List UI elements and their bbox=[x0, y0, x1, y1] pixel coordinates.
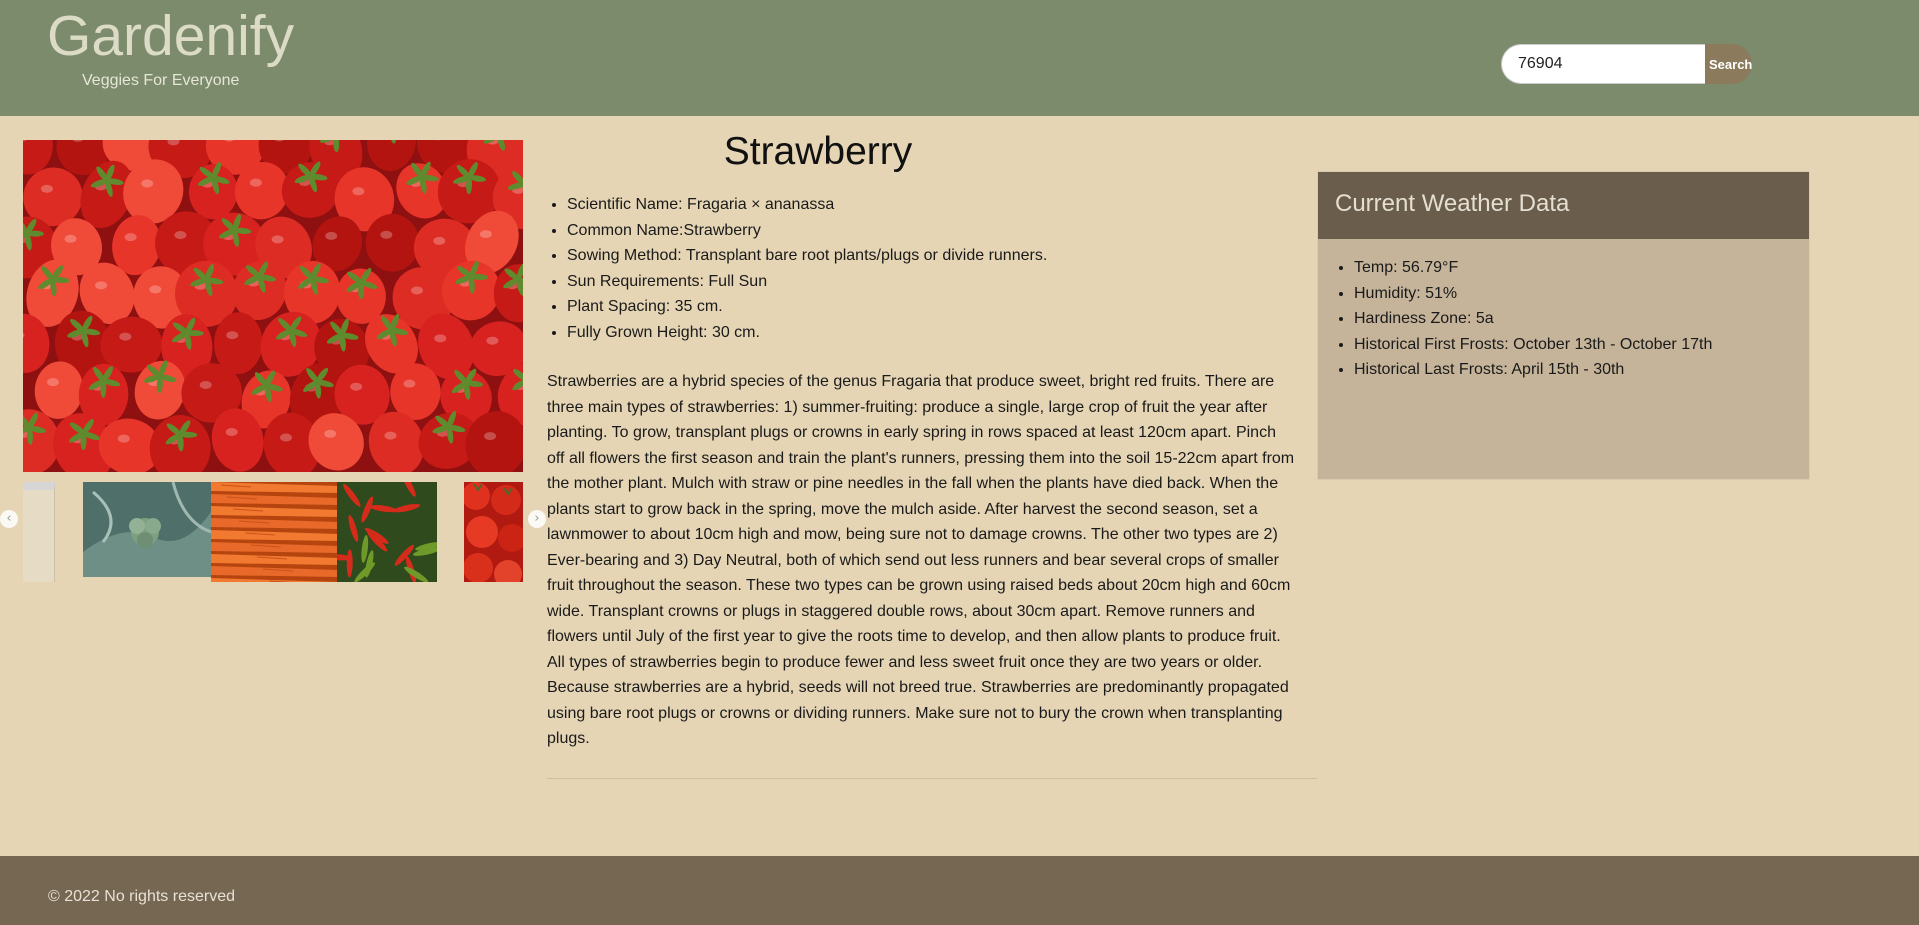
strawberry-image bbox=[23, 140, 523, 472]
image-carousel: ‹ › bbox=[0, 482, 546, 582]
carousel-next-icon[interactable]: › bbox=[528, 510, 546, 528]
chili-peppers-thumbnail bbox=[337, 482, 437, 582]
plant-title: Strawberry bbox=[723, 130, 913, 173]
weather-list: Temp: 56.79°F Humidity: 51% Hardiness Zo… bbox=[1318, 239, 1809, 383]
weather-first-frosts: Historical First Frosts: October 13th - … bbox=[1354, 332, 1809, 358]
fact-sun-requirements: Sun Requirements: Full Sun bbox=[567, 269, 1327, 295]
content-divider bbox=[547, 778, 1317, 779]
broccoli-thumbnail bbox=[83, 482, 211, 577]
fact-plant-spacing: Plant Spacing: 35 cm. bbox=[567, 294, 1327, 320]
site-footer: © 2022 No rights reserved bbox=[0, 856, 1919, 925]
weather-hardiness-zone: Hardiness Zone: 5a bbox=[1354, 306, 1809, 332]
weather-last-frosts: Historical Last Frosts: April 15th - 30t… bbox=[1354, 357, 1809, 383]
carousel-prev-icon[interactable]: ‹ bbox=[0, 510, 18, 528]
copyright-text: © 2022 No rights reserved bbox=[48, 888, 235, 905]
weather-temp: Temp: 56.79°F bbox=[1354, 255, 1809, 281]
weather-humidity: Humidity: 51% bbox=[1354, 281, 1809, 307]
fact-grown-height: Fully Grown Height: 30 cm. bbox=[567, 320, 1327, 346]
site-tagline: Veggies For Everyone bbox=[82, 72, 240, 89]
search-button[interactable]: Search bbox=[1705, 44, 1752, 84]
fact-common-name: Common Name:Strawberry bbox=[567, 218, 1327, 244]
site-logo[interactable]: Gardenify bbox=[47, 4, 294, 68]
carrots-thumbnail bbox=[211, 482, 339, 582]
search-input[interactable] bbox=[1501, 44, 1705, 84]
fact-sowing-method: Sowing Method: Transplant bare root plan… bbox=[567, 243, 1327, 269]
plant-facts-list: Scientific Name: Fragaria × ananassa Com… bbox=[547, 192, 1327, 345]
carousel-thumb-broccoli[interactable] bbox=[83, 482, 211, 577]
site-header: Gardenify Veggies For Everyone Search bbox=[0, 0, 1919, 116]
carousel-thumb-carrots[interactable] bbox=[211, 482, 339, 582]
carousel-thumb-tomatoes[interactable] bbox=[464, 482, 523, 582]
carousel-thumb-peppers[interactable] bbox=[337, 482, 437, 582]
carousel-strip bbox=[23, 482, 523, 582]
weather-panel: Current Weather Data Temp: 56.79°F Humid… bbox=[1317, 171, 1810, 480]
weather-panel-header: Current Weather Data bbox=[1318, 172, 1809, 239]
plant-description: Strawberries are a hybrid species of the… bbox=[547, 373, 1295, 747]
search-form: Search bbox=[1501, 44, 1752, 84]
carousel-thumb-partial[interactable] bbox=[23, 482, 55, 582]
tomatoes-thumbnail bbox=[464, 482, 523, 582]
fact-scientific-name: Scientific Name: Fragaria × ananassa bbox=[567, 192, 1327, 218]
strawberry-photo bbox=[23, 140, 523, 472]
weather-title: Current Weather Data bbox=[1335, 190, 1570, 217]
